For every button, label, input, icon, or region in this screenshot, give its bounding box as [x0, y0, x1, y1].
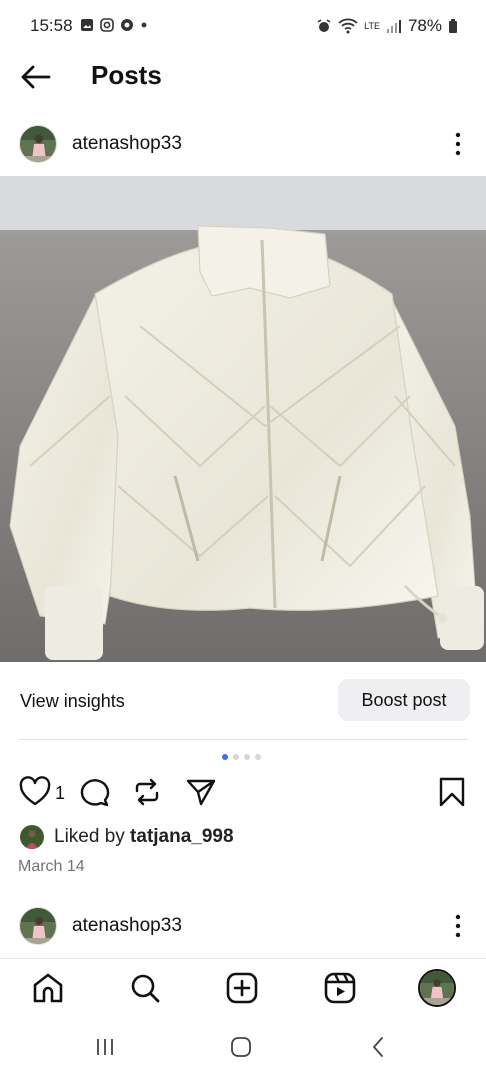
- home-icon[interactable]: [31, 971, 65, 1005]
- gallery-icon: [81, 19, 93, 31]
- view-insights-link[interactable]: View insights: [20, 691, 125, 712]
- signal-icon: [386, 20, 401, 33]
- network-label: LTE: [364, 20, 380, 31]
- notification-icons: [80, 18, 148, 32]
- carousel-dot: [233, 754, 239, 760]
- bookmark-icon[interactable]: [436, 776, 468, 808]
- post-username[interactable]: atenashop33: [72, 133, 182, 155]
- avatar[interactable]: [19, 907, 57, 945]
- insights-row: View insights Boost post: [18, 662, 470, 740]
- liked-by-text: Liked by tatjana_998: [54, 826, 234, 848]
- reels-icon[interactable]: [323, 971, 357, 1005]
- repost-icon[interactable]: [131, 776, 163, 808]
- carousel-indicator: [222, 754, 261, 760]
- comment-icon[interactable]: [78, 776, 110, 808]
- dot-icon: [141, 22, 147, 28]
- page-header: Posts: [0, 52, 486, 102]
- create-icon[interactable]: [225, 971, 259, 1005]
- post-actions: 1: [0, 776, 486, 810]
- home-button-icon[interactable]: [230, 1036, 252, 1058]
- post-header: atenashop33: [0, 120, 486, 180]
- status-bar: 15:58 LTE 78%: [0, 0, 486, 52]
- liked-by-username[interactable]: tatjana_998: [130, 826, 234, 847]
- status-right: LTE 78%: [316, 16, 458, 36]
- jacket-photo: [0, 176, 486, 662]
- page-title: Posts: [91, 60, 162, 90]
- post-username[interactable]: atenashop33: [72, 915, 182, 937]
- status-time: 15:58: [30, 16, 73, 35]
- boost-post-button[interactable]: Boost post: [338, 679, 470, 721]
- system-navigation-bar: [0, 1020, 486, 1080]
- like-count[interactable]: 1: [55, 783, 65, 804]
- instagram-icon: [100, 18, 114, 32]
- heart-icon[interactable]: [19, 776, 51, 808]
- post-date: March 14: [18, 858, 85, 875]
- profile-avatar[interactable]: [418, 969, 456, 1007]
- recent-apps-icon[interactable]: [94, 1036, 116, 1058]
- share-icon[interactable]: [185, 776, 217, 808]
- back-button-icon[interactable]: [368, 1036, 390, 1058]
- carousel-dot-active: [222, 754, 228, 760]
- more-options-icon[interactable]: [450, 129, 466, 159]
- liked-by-row[interactable]: Liked by tatjana_998: [20, 824, 234, 850]
- battery-percent: 78%: [407, 16, 442, 35]
- liked-by-prefix: Liked by: [54, 826, 131, 847]
- carousel-dot: [244, 754, 250, 760]
- wifi-icon: [338, 18, 358, 34]
- battery-icon: [449, 19, 457, 33]
- alarm-icon: [317, 19, 331, 32]
- liker-avatar: [20, 825, 44, 849]
- search-icon[interactable]: [128, 971, 162, 1005]
- next-post-header: atenashop33: [0, 902, 486, 962]
- more-options-icon[interactable]: [450, 911, 466, 941]
- post-image[interactable]: [0, 176, 486, 662]
- carousel-dot: [255, 754, 261, 760]
- chrome-icon: [121, 19, 133, 31]
- back-arrow-icon[interactable]: [18, 62, 52, 92]
- bottom-nav: [0, 958, 486, 1020]
- avatar[interactable]: [19, 125, 57, 163]
